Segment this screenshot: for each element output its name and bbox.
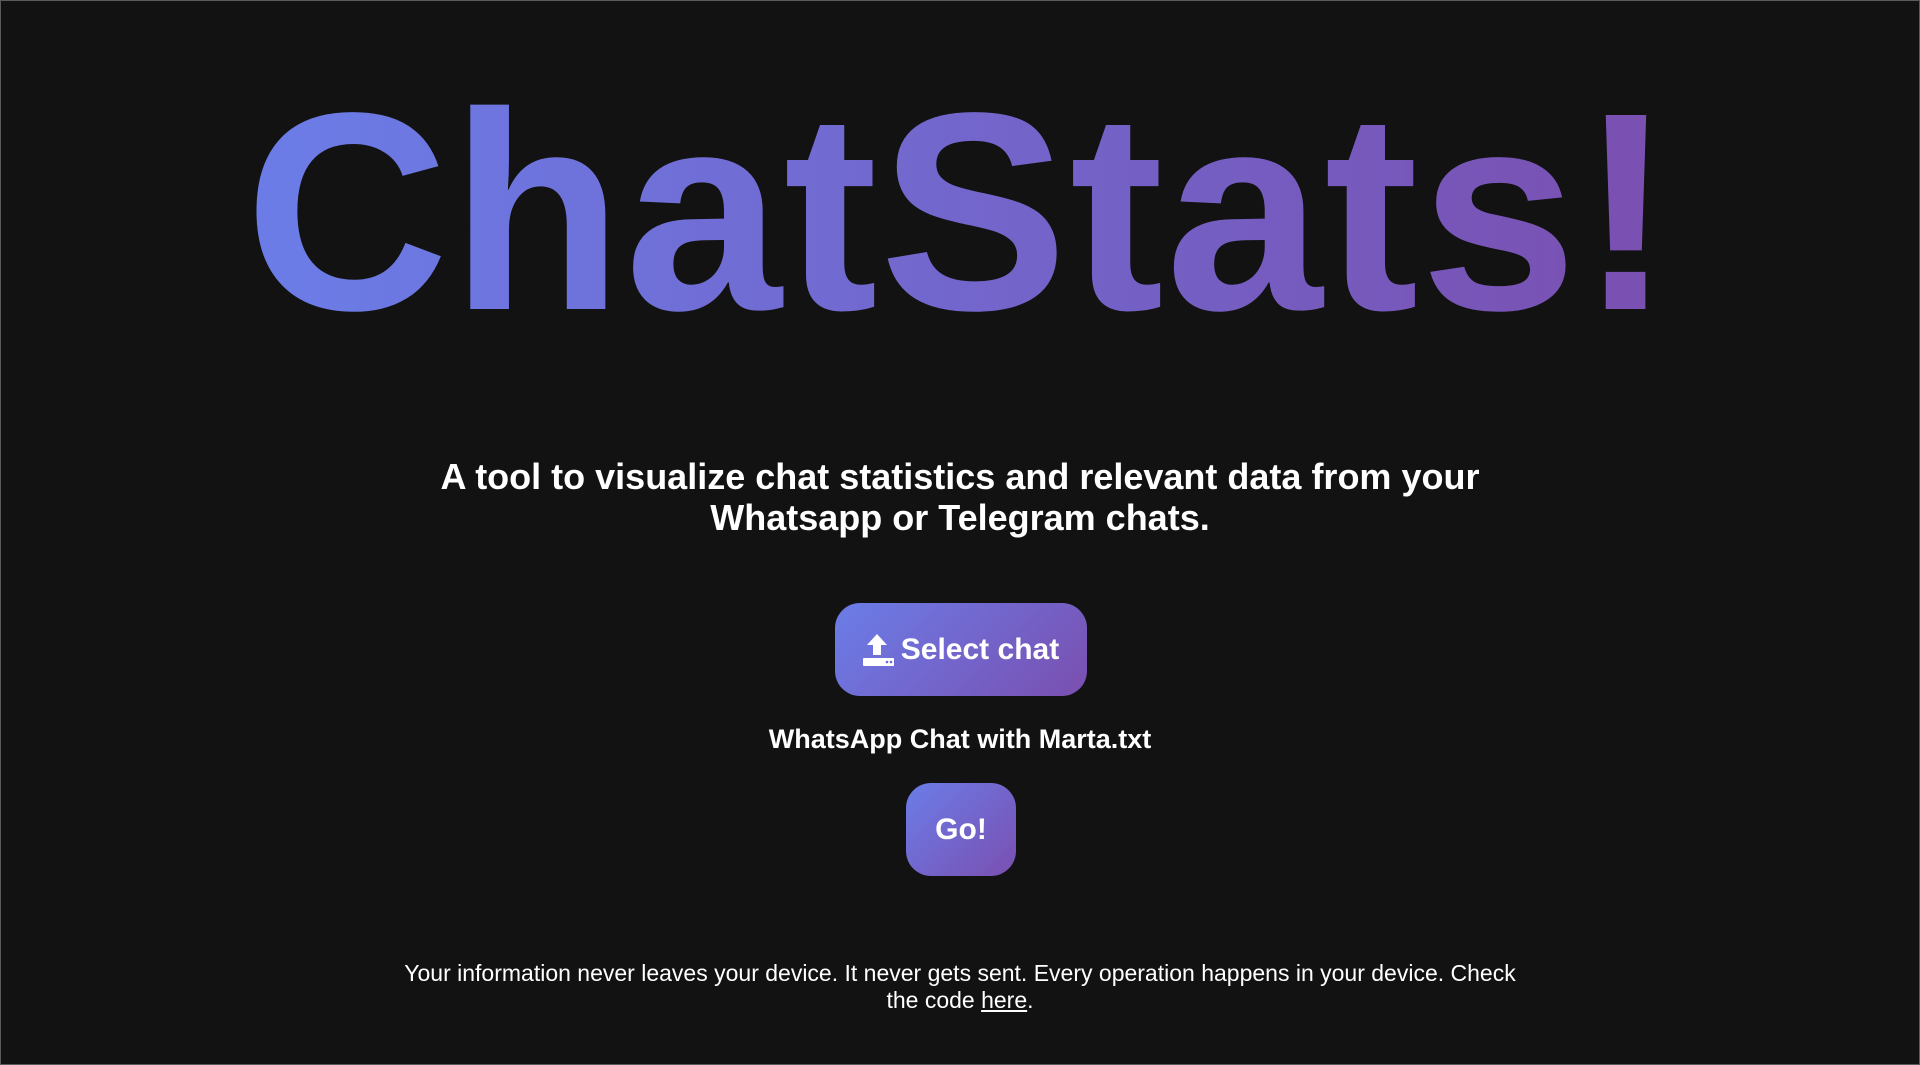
select-chat-label: Select chat [900,632,1060,666]
subtitle-line-1: A tool to visualize chat statistics and … [440,456,1480,497]
page-title: ChatStats! [0,71,1920,353]
privacy-notice-suffix: . [1027,987,1034,1013]
privacy-notice: Your information never leaves your devic… [0,960,1920,1014]
privacy-notice-prefix: the code [886,987,982,1013]
selected-file-name: WhatsApp Chat with Marta.txt [768,724,1152,754]
upload-icon [862,633,894,666]
title-text: ChatStats! [244,54,1676,369]
select-chat-button[interactable]: Select chat [835,603,1087,696]
privacy-notice-line-1: Your information never leaves your devic… [404,960,1516,986]
subtitle-line-2: Whatsapp or Telegram chats. [710,497,1210,538]
source-code-link[interactable]: here [981,987,1027,1013]
go-button[interactable]: Go! [906,783,1016,876]
page-subtitle: A tool to visualize chat statistics and … [0,456,1920,538]
privacy-notice-line-2: the code here. [0,987,1920,1014]
go-button-label: Go! [935,812,987,846]
